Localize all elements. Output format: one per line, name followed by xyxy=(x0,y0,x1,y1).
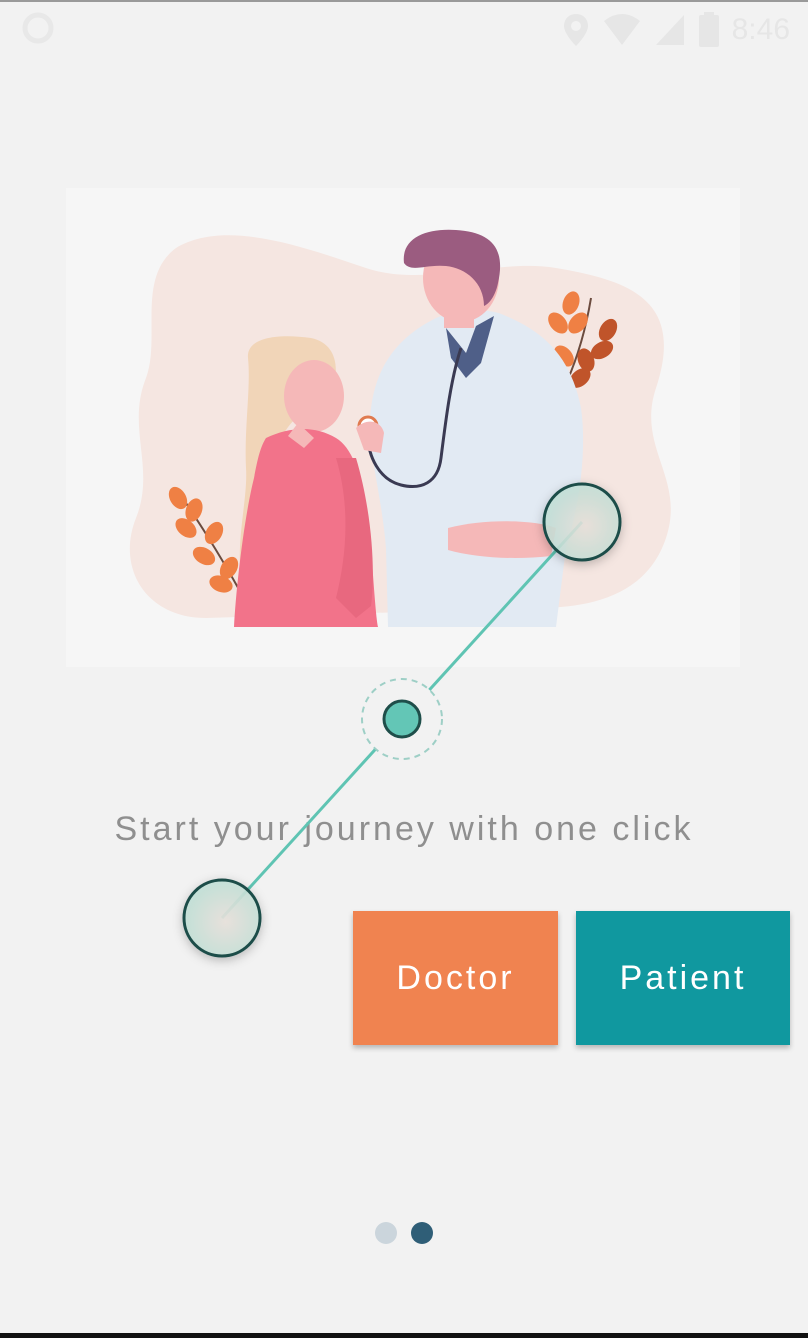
battery-icon xyxy=(698,12,719,47)
circle-icon xyxy=(22,12,54,44)
doctor-button[interactable]: Doctor xyxy=(353,911,558,1045)
status-time: 8:46 xyxy=(731,13,790,46)
wifi-icon xyxy=(603,14,640,45)
center-marker xyxy=(361,678,443,760)
location-icon xyxy=(563,14,588,46)
doctor-patient-illustration xyxy=(129,229,671,627)
page-dot-1[interactable] xyxy=(375,1222,397,1244)
patient-button[interactable]: Patient xyxy=(576,911,790,1045)
touch-point-lower xyxy=(182,878,262,958)
illustration-card xyxy=(66,188,740,667)
tagline: Start your journey with one click xyxy=(114,810,694,848)
page-indicator xyxy=(0,1222,808,1244)
status-icons: 8:46 xyxy=(562,10,790,50)
signal-icon xyxy=(655,15,684,45)
page-dot-2[interactable] xyxy=(411,1222,433,1244)
bottom-edge xyxy=(0,1333,808,1338)
status-bar: 8:46 xyxy=(0,2,808,58)
